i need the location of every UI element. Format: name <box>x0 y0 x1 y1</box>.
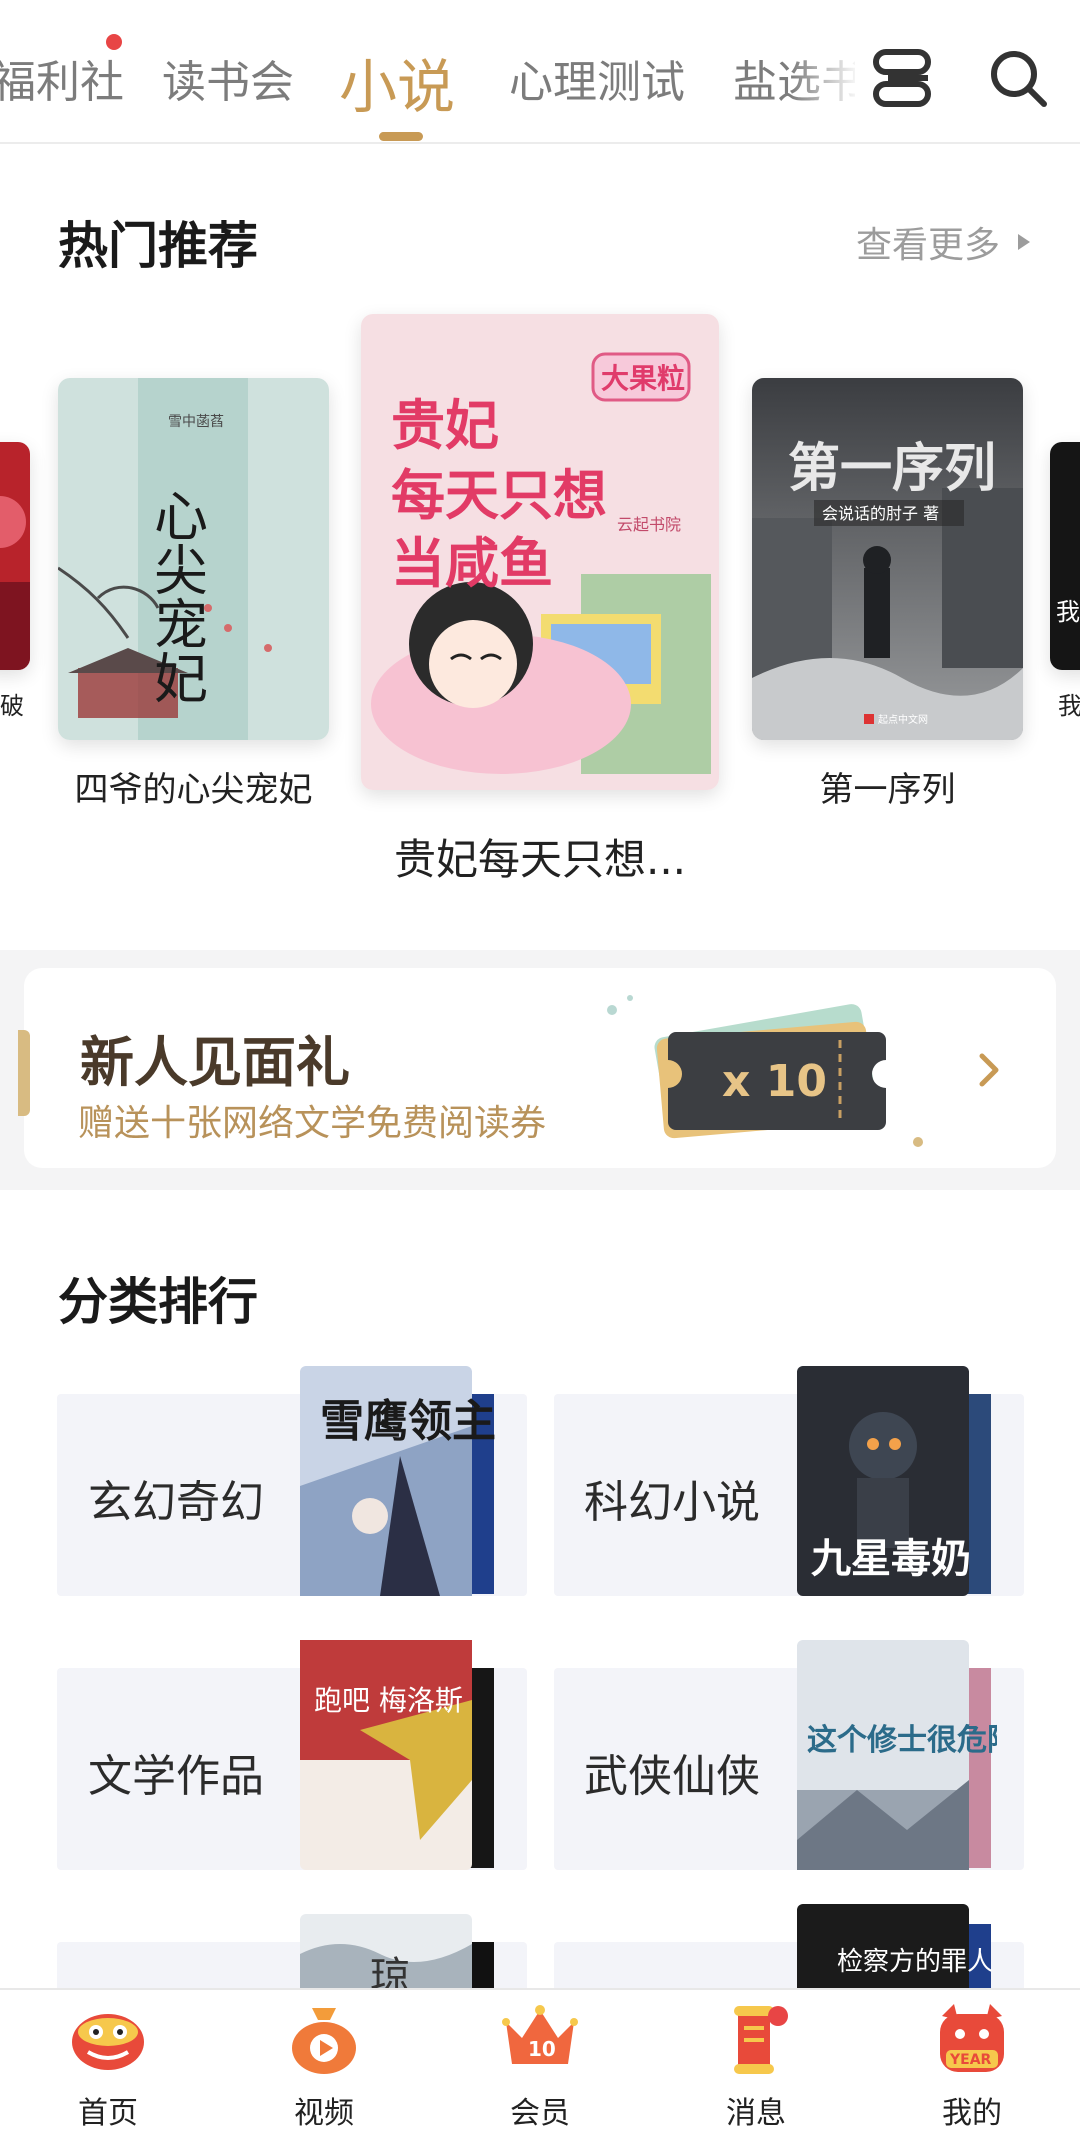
bottom-nav: 首页 视频 10 会员 消息 YEAR 我的 <box>0 1988 1080 2153</box>
cover-title-line: 每天只想 <box>391 464 607 527</box>
year-text: YEAR <box>949 2052 992 2068</box>
nav-video[interactable]: 视频 <box>264 1998 384 2148</box>
book-title: 我 <box>1058 692 1080 720</box>
category-cover-stack: 雪鹰领主 <box>300 1366 496 1596</box>
ticket-graphic: x 10 <box>607 995 923 1147</box>
layers-icon[interactable] <box>870 46 934 110</box>
play-arrow-icon <box>1018 234 1030 250</box>
cover-title: 九星毒奶 <box>811 1536 971 1582</box>
cover-author: 雪中菡萏 <box>168 414 224 430</box>
tab-psych-test[interactable]: 心理测试 <box>509 46 685 110</box>
message-badge-dot <box>768 2006 788 2026</box>
view-more-label: 查看更多 <box>855 225 1000 266</box>
book-cover[interactable]: 第一序列 会说话的肘子 著 起点中文网 <box>752 378 1023 740</box>
category-cover-stack: 这个修士很危险 <box>797 1640 997 1870</box>
hot-section-title: 热门推荐 <box>58 217 258 275</box>
cover-author: 大果粒 <box>601 362 685 395</box>
book-title: 第一序列 <box>819 770 956 810</box>
category-label: 文学作品 <box>88 1751 264 1802</box>
cover-title: 这个修士很危险 <box>807 1723 997 1758</box>
chevron-right-icon[interactable] <box>974 1050 1004 1090</box>
category-label: 武侠仙侠 <box>584 1751 760 1802</box>
cover-title: 检察方的罪人 <box>837 1947 993 1977</box>
cover-title: 第一序列 <box>788 439 996 499</box>
top-tab-bar: 福利社 读书会 小说 心理测试 盐选书 <box>0 0 1080 144</box>
tab-novel[interactable]: 小说 <box>339 40 455 124</box>
nav-profile[interactable]: YEAR 我的 <box>912 1998 1032 2148</box>
nav-label: 视频 <box>294 2096 354 2131</box>
crown-text: 10 <box>528 2037 556 2061</box>
category-cover-stack: 琼 <box>300 1914 494 1994</box>
nav-label: 会员 <box>510 2096 570 2131</box>
category-cover-stack: 检察方的罪人 <box>797 1904 993 1994</box>
category-cover-stack: 九星毒奶 <box>797 1366 991 1596</box>
cover-publisher: 云起书院 <box>617 515 681 534</box>
book-cover-partial-right[interactable]: 我 <box>1050 442 1080 670</box>
nav-membership[interactable]: 10 会员 <box>480 1998 600 2148</box>
nav-messages[interactable]: 消息 <box>696 1998 816 2148</box>
tab-fade <box>790 0 855 142</box>
tab-book-club[interactable]: 读书会 <box>162 46 294 110</box>
cover-title: 我 <box>1056 598 1080 626</box>
lion-dance-icon <box>72 2014 144 2070</box>
ranking-section-title: 分类排行 <box>58 1273 258 1331</box>
money-bag-play-icon <box>292 2008 356 2074</box>
book-title: 四爷的心尖宠妃 <box>74 770 313 810</box>
cover-title-line: 贵妃 <box>391 394 499 457</box>
search-icon[interactable] <box>986 46 1050 110</box>
cover-author: 会说话的肘子 著 <box>822 504 939 523</box>
tab-welfare[interactable]: 福利社 <box>0 46 124 110</box>
cover-title: 跑吧 梅洛斯 <box>314 1684 463 1717</box>
active-tab-indicator <box>379 132 423 141</box>
ticket-count: x 10 <box>722 1056 827 1107</box>
book-cover-featured[interactable]: 大果粒 贵妃 每天只想 当咸鱼 云起书院 <box>361 314 719 790</box>
crown-icon: 10 <box>502 2005 578 2064</box>
cover-title: 心尖宠妃 <box>145 488 208 704</box>
book-cover-partial-left[interactable] <box>0 442 30 670</box>
category-label: 科幻小说 <box>584 1477 760 1528</box>
category-cover-stack: 跑吧 梅洛斯 <box>300 1640 494 1870</box>
year-mascot-icon: YEAR <box>940 2004 1004 2072</box>
cover-title: 雪鹰领主 <box>320 1396 496 1447</box>
nav-label: 首页 <box>78 2096 138 2131</box>
book-cover[interactable]: 雪中菡萏 心尖宠妃 <box>58 378 329 740</box>
view-more-link[interactable]: 查看更多 <box>856 216 1030 268</box>
gift-title: 新人见面礼 <box>80 1030 350 1094</box>
category-label: 玄幻奇幻 <box>88 1477 264 1528</box>
nav-label: 我的 <box>942 2096 1002 2131</box>
book-title-featured: 贵妃每天只想... <box>393 835 687 884</box>
notification-dot <box>106 34 122 50</box>
gift-side-tab <box>18 1030 30 1116</box>
nav-label: 消息 <box>726 2096 786 2131</box>
gift-subtitle: 赠送十张网络文学免费阅读券 <box>78 1103 547 1144</box>
nav-home[interactable]: 首页 <box>48 1998 168 2148</box>
cover-publisher: 起点中文网 <box>878 713 928 726</box>
book-title: 破 <box>0 692 24 720</box>
cover-title-line: 当咸鱼 <box>391 532 553 595</box>
tab-strip: 福利社 读书会 小说 心理测试 盐选书 <box>0 0 855 144</box>
